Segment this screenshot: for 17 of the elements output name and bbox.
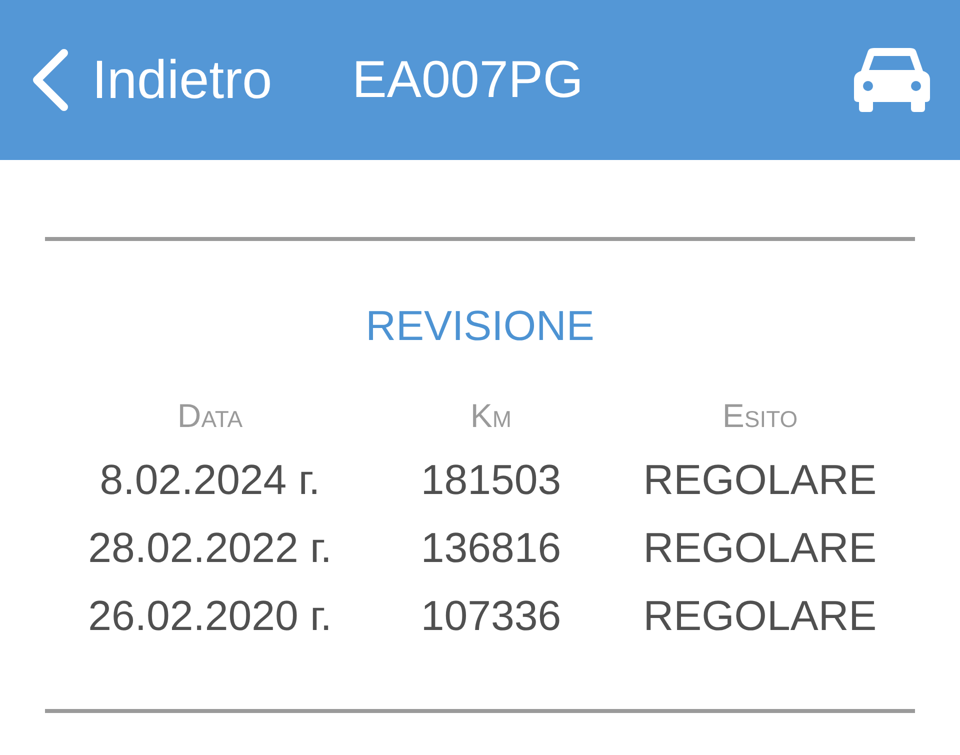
section-title: REVISIONE (364, 301, 596, 351)
back-button[interactable]: Indietro (30, 48, 272, 112)
car-icon[interactable] (854, 48, 930, 112)
date-cell-text: 28.02.2022 г. (88, 523, 332, 573)
km-cell-text: 181503 (420, 455, 562, 505)
column-header: Esito (722, 396, 798, 436)
column-header: Data (177, 396, 243, 436)
result-cell-text: REGOLARE (643, 591, 877, 641)
km-cell-text: 107336 (420, 591, 562, 641)
result-cell-text: REGOLARE (643, 523, 877, 573)
chevron-left-icon (30, 48, 70, 112)
date-cell-text: 8.02.2024 г. (100, 455, 320, 505)
result-cell-text: REGOLARE (643, 455, 877, 505)
page-title: EA007PG (352, 50, 584, 111)
km-cell-text: 136816 (420, 523, 562, 573)
date-cell-text: 26.02.2020 г. (88, 591, 332, 641)
column-header: Km (470, 396, 512, 436)
